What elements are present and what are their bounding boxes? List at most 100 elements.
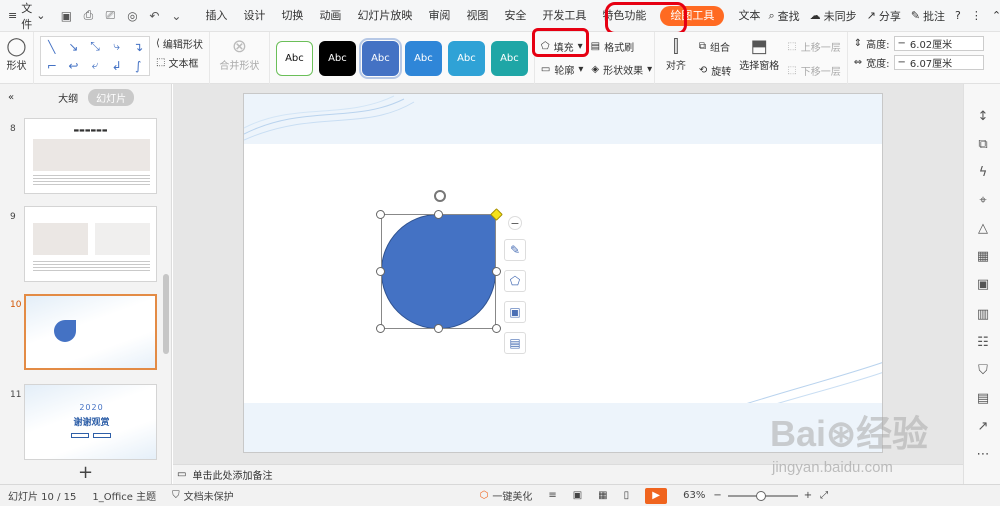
teardrop-shape[interactable] xyxy=(381,214,496,329)
arrow-shape-icon[interactable]: ↘ xyxy=(63,37,85,56)
freeform-shape-icon[interactable]: ∫ xyxy=(127,56,149,75)
tab-view[interactable]: 视图 xyxy=(458,0,496,32)
notes-toggle-icon[interactable]: ≡ xyxy=(540,490,564,501)
resize-handle[interactable] xyxy=(376,324,385,333)
reading-view-icon[interactable]: ▯ xyxy=(616,490,638,501)
outline-button[interactable]: ▭ 轮廓 ▾ xyxy=(541,59,583,79)
minus-icon[interactable]: − xyxy=(898,38,906,49)
align-label[interactable]: 对齐 xyxy=(666,57,686,72)
tab-slideshow[interactable]: 幻灯片放映 xyxy=(349,0,420,32)
more-icon[interactable]: ⋯ xyxy=(975,446,991,462)
notes-bar[interactable]: ▭ 单击此处添加备注 xyxy=(173,464,963,484)
resize-handle[interactable] xyxy=(492,267,501,276)
tab-transition[interactable]: 切换 xyxy=(273,0,311,32)
resize-handle[interactable] xyxy=(492,324,501,333)
fill-bucket-icon[interactable]: ⬠ xyxy=(504,270,526,292)
table-icon[interactable]: ▦ xyxy=(975,248,991,264)
select-pane-label[interactable]: 选择窗格 xyxy=(739,57,779,72)
copy-icon[interactable]: ⧉ xyxy=(975,136,991,152)
location-icon[interactable]: ⌖ xyxy=(975,192,991,208)
outline-tab[interactable]: 大纲 xyxy=(58,90,78,105)
line-shape-icon[interactable]: ╲ xyxy=(41,37,63,56)
shape-effect-button[interactable]: ◈ 形状效果 ▾ xyxy=(591,59,652,79)
slide-thumb-row[interactable]: 9 xyxy=(0,206,172,286)
tab-drawing-tools[interactable]: 绘图工具 xyxy=(660,5,725,26)
zoom-slider[interactable] xyxy=(727,490,798,501)
zoom-out-icon[interactable]: − xyxy=(713,490,721,501)
print-icon[interactable]: ⎚ xyxy=(103,8,117,23)
tab-insert[interactable]: 插入 xyxy=(197,0,235,32)
shape-icon[interactable]: ◯ xyxy=(6,36,26,57)
tab-review[interactable]: 审阅 xyxy=(420,0,458,32)
search-button[interactable]: ⌕ 查找 xyxy=(768,8,799,24)
normal-view-icon[interactable]: ▣ xyxy=(565,490,590,501)
slide-thumbnail[interactable] xyxy=(24,206,157,282)
sync-button[interactable]: ☁ 未同步 xyxy=(810,8,857,24)
shape-gallery[interactable]: ╲ ↘ ⤡ ⤷ ↴ ⌐ ↩ ⤶ ↲ ∫ xyxy=(40,36,150,76)
elbow-shape-icon[interactable]: ⤷ xyxy=(106,37,128,56)
shield-icon[interactable]: ⛉ xyxy=(975,362,991,378)
elbow-arrow-shape-icon[interactable]: ↴ xyxy=(127,37,149,56)
protection-status[interactable]: ⛉ 文档未保护 xyxy=(164,488,242,503)
resize-handle[interactable] xyxy=(376,267,385,276)
select-pane-icon[interactable]: ⬒ xyxy=(751,36,768,57)
style-swatch-black[interactable]: Abc xyxy=(318,40,356,76)
style-swatch-blue[interactable]: Abc xyxy=(358,37,402,79)
height-field[interactable]: −6.02厘米 xyxy=(893,36,984,51)
collapse-icon[interactable]: − xyxy=(508,216,522,230)
fill-button[interactable]: ⬠ 填充 ▾ xyxy=(541,36,583,56)
file-menu[interactable]: ≡ 文件 ⌄ xyxy=(0,0,53,32)
rotate-button[interactable]: ⟲ 旋转 xyxy=(699,60,731,80)
collapse-ribbon-button[interactable]: ⌃ xyxy=(992,9,1000,22)
textbox-button[interactable]: ⬚ 文本框 xyxy=(156,55,203,70)
annotate-button[interactable]: ✎ 批注 xyxy=(911,8,945,24)
preview-icon[interactable]: ◎ xyxy=(125,9,139,23)
template-icon[interactable]: ▤ xyxy=(975,390,991,406)
shape-panel-icon[interactable]: △ xyxy=(975,220,991,236)
settings-icon[interactable]: ☷ xyxy=(975,334,991,350)
format-painter-button[interactable]: ▤ 格式刷 xyxy=(591,36,634,56)
help-button[interactable]: ? xyxy=(955,9,961,22)
more-menu-button[interactable]: ⋮ xyxy=(971,9,982,22)
minus-icon[interactable]: − xyxy=(898,57,906,68)
panel-scrollbar[interactable] xyxy=(163,274,169,354)
zoom-value[interactable]: 63% xyxy=(675,490,713,501)
collapse-panel-icon[interactable]: « xyxy=(8,92,14,103)
style-swatch-sky[interactable]: Abc xyxy=(404,40,442,76)
slide-thumb-row[interactable]: 10 xyxy=(0,294,172,374)
edit-shape-button[interactable]: ⟨ 编辑形状 xyxy=(156,36,203,51)
play-button[interactable]: ▶ xyxy=(637,487,675,504)
style-swatch-white[interactable]: Abc xyxy=(275,40,313,76)
double-arrow-shape-icon[interactable]: ⤡ xyxy=(84,37,106,56)
zoom-knob[interactable] xyxy=(755,490,766,501)
tab-developer[interactable]: 开发工具 xyxy=(534,0,594,32)
expand-icon[interactable]: ↕ xyxy=(975,108,991,124)
slides-tab[interactable]: 幻灯片 xyxy=(88,88,135,106)
slide-thumbnail[interactable]: ▬▬▬▬▬▬ xyxy=(24,118,157,194)
tab-design[interactable]: 设计 xyxy=(235,0,273,32)
undo-icon[interactable]: ↶ xyxy=(147,9,161,23)
zoom-in-icon[interactable]: + xyxy=(804,490,812,501)
current-slide[interactable]: − ✎ ⬠ ▣ ▤ xyxy=(243,93,883,453)
width-field[interactable]: −6.07厘米 xyxy=(893,55,984,70)
curve-double-shape-icon[interactable]: ⤶ xyxy=(84,56,106,75)
share-icon[interactable]: ↗ xyxy=(975,418,991,434)
save-icon[interactable]: ▣ xyxy=(59,9,73,23)
export-icon[interactable]: ⎙ xyxy=(81,8,95,23)
style-swatch-teal[interactable]: Abc xyxy=(490,40,528,76)
fit-window-icon[interactable]: ⤢ xyxy=(812,490,836,501)
resize-handle[interactable] xyxy=(376,210,385,219)
text-wrap-icon[interactable]: ▤ xyxy=(504,332,526,354)
connector-shape-icon[interactable]: ↲ xyxy=(106,56,128,75)
lightning-icon[interactable]: ϟ xyxy=(975,164,991,180)
group-button[interactable]: ⧉ 组合 xyxy=(699,36,731,56)
image-icon[interactable]: ▣ xyxy=(975,276,991,292)
beautify-button[interactable]: ⬡ 一键美化 xyxy=(472,488,541,503)
tab-features[interactable]: 特色功能 xyxy=(594,0,654,32)
tab-security[interactable]: 安全 xyxy=(496,0,534,32)
sorter-view-icon[interactable]: ▦ xyxy=(590,490,615,501)
shape-label[interactable]: 形状 xyxy=(7,57,27,72)
tab-animation[interactable]: 动画 xyxy=(311,0,349,32)
tab-text[interactable]: 文本 xyxy=(730,0,768,32)
more-icon[interactable]: ⌄ xyxy=(169,9,183,23)
